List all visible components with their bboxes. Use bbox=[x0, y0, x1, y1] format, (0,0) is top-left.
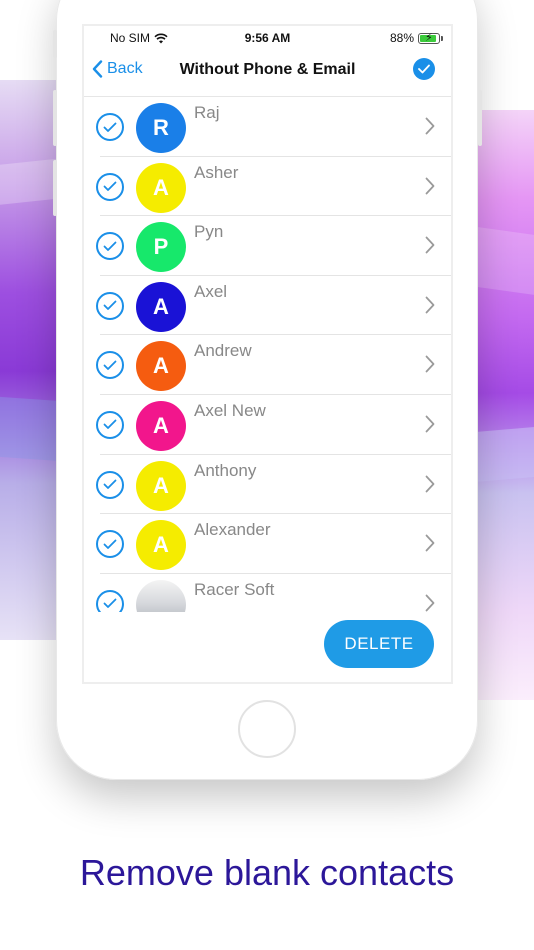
contact-row[interactable]: A Axel New bbox=[96, 395, 451, 455]
avatar-initial: A bbox=[153, 293, 169, 319]
contact-avatar: R bbox=[136, 103, 186, 153]
contact-checkbox[interactable] bbox=[96, 232, 124, 261]
chevron-right-icon bbox=[425, 415, 435, 438]
avatar-initial: R bbox=[153, 115, 169, 140]
contact-name: Asher bbox=[194, 162, 239, 182]
contact-avatar: A bbox=[136, 341, 186, 392]
contact-checkbox[interactable] bbox=[96, 113, 124, 141]
status-bar: No SIM 9:56 AM 88% ⚡ bbox=[84, 26, 451, 50]
contact-name: Alexander bbox=[194, 520, 271, 540]
contact-avatar: A bbox=[136, 520, 186, 571]
chevron-right-icon bbox=[425, 534, 435, 557]
home-button[interactable] bbox=[238, 700, 296, 758]
contact-name: Axel New bbox=[194, 400, 266, 420]
chevron-right-icon bbox=[425, 355, 435, 378]
contact-avatar: A bbox=[136, 281, 186, 332]
checkmark-icon bbox=[103, 420, 117, 430]
contact-row[interactable]: A Alexander bbox=[96, 514, 451, 574]
checkmark-icon bbox=[103, 539, 117, 549]
delete-button[interactable]: DELETE bbox=[324, 620, 434, 668]
select-all-checkbox[interactable] bbox=[413, 58, 435, 80]
avatar-initial: A bbox=[153, 353, 169, 379]
chevron-right-icon bbox=[425, 117, 435, 140]
battery-percent: 88% bbox=[389, 31, 414, 45]
chevron-right-icon bbox=[425, 594, 435, 612]
navigation-bar: Back Without Phone & Email bbox=[84, 52, 451, 96]
chevron-right-icon bbox=[425, 475, 435, 498]
contact-checkbox[interactable] bbox=[96, 530, 124, 559]
contact-checkbox[interactable] bbox=[96, 470, 124, 499]
avatar-initial: A bbox=[153, 412, 169, 438]
avatar-initial: A bbox=[153, 174, 169, 200]
contact-name: Racer Soft bbox=[194, 579, 275, 599]
phone-side-button bbox=[53, 90, 57, 146]
contact-name: Andrew bbox=[194, 341, 252, 361]
phone-side-button bbox=[478, 90, 482, 146]
contact-avatar: A bbox=[136, 400, 186, 451]
contact-name: Raj bbox=[194, 103, 220, 122]
checkmark-icon bbox=[103, 360, 117, 370]
battery-icon: ⚡ bbox=[418, 32, 440, 44]
contact-name: Anthony bbox=[194, 460, 257, 480]
checkmark-icon bbox=[103, 479, 117, 489]
chevron-right-icon bbox=[425, 296, 435, 319]
checkmark-icon bbox=[103, 598, 117, 609]
avatar-initial: A bbox=[153, 532, 169, 558]
contact-avatar: A bbox=[136, 460, 186, 511]
phone-side-button bbox=[53, 160, 57, 216]
avatar-initial: A bbox=[153, 472, 169, 498]
contact-row[interactable]: P Pyn bbox=[96, 216, 451, 276]
phone-screen: No SIM 9:56 AM 88% ⚡ Back Without Phone … bbox=[82, 24, 453, 684]
contact-avatar: A bbox=[136, 162, 186, 213]
contact-row[interactable]: Racer Soft bbox=[96, 574, 451, 612]
checkmark-icon bbox=[103, 181, 117, 191]
checkmark-icon bbox=[103, 122, 117, 132]
page-title: Without Phone & Email bbox=[179, 61, 356, 78]
contact-name: Axel bbox=[194, 281, 228, 301]
contact-checkbox[interactable] bbox=[96, 351, 124, 380]
phone-side-button bbox=[53, 30, 57, 58]
checkmark-icon bbox=[103, 300, 117, 311]
contact-checkbox[interactable] bbox=[96, 410, 124, 439]
avatar-initial: P bbox=[153, 234, 169, 260]
status-right: 88% ⚡ bbox=[390, 31, 443, 45]
chevron-right-icon bbox=[425, 177, 435, 200]
contact-row[interactable]: R Raj bbox=[96, 97, 451, 157]
caption-text: Remove blank contacts bbox=[79, 852, 455, 893]
contact-row[interactable]: A Anthony bbox=[96, 455, 451, 515]
checkmark-icon bbox=[418, 64, 430, 74]
contact-row[interactable]: A Andrew bbox=[96, 335, 451, 395]
checkmark-icon bbox=[103, 241, 117, 251]
battery-cap bbox=[441, 35, 443, 41]
contact-row[interactable]: A Axel bbox=[96, 276, 451, 336]
contact-checkbox[interactable] bbox=[96, 172, 124, 201]
chevron-right-icon bbox=[425, 236, 435, 259]
contact-avatar: P bbox=[136, 222, 186, 273]
contact-checkbox[interactable] bbox=[96, 291, 124, 320]
contact-checkbox[interactable] bbox=[96, 589, 124, 612]
contact-row[interactable]: A Asher bbox=[96, 157, 451, 217]
contact-name: Pyn bbox=[194, 222, 224, 242]
contact-list: R Raj A Asher P Pyn A Axel A Andrew A Axel New A Anth… bbox=[84, 96, 451, 612]
contact-avatar bbox=[136, 579, 186, 612]
